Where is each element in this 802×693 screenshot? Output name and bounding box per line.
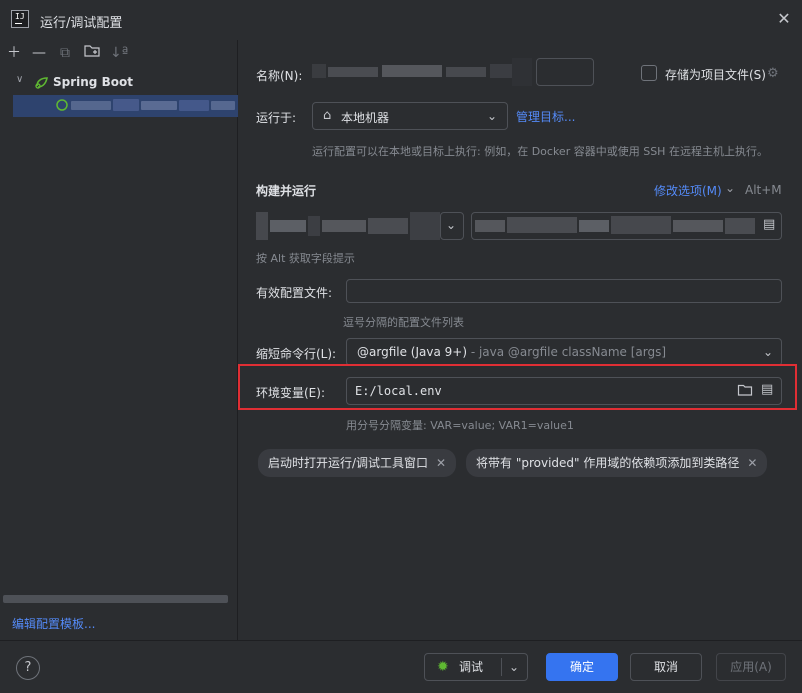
shorten-cmdline-value: @argfile (Java 9+) <box>357 345 467 359</box>
spring-boot-icon <box>35 77 48 89</box>
spring-config-icon <box>56 99 68 111</box>
chevron-down-icon[interactable]: ⌄ <box>509 654 519 680</box>
profiles-hint: 逗号分隔的配置文件列表 <box>343 316 464 329</box>
jdk-select[interactable]: ⌄ <box>256 212 464 240</box>
remove-icon[interactable]: — <box>30 44 48 62</box>
chevron-down-icon: ⌄ <box>446 218 457 232</box>
close-icon[interactable]: ✕ <box>747 456 757 470</box>
close-icon[interactable]: ✕ <box>774 9 794 29</box>
env-vars-hint: 用分号分隔变量: VAR=value; VAR1=value1 <box>346 419 574 432</box>
debug-button[interactable]: ✹ 调试 ⌄ <box>424 653 528 681</box>
sort-icon[interactable]: ↓ª <box>110 44 128 62</box>
tree-item-selected-config[interactable] <box>13 95 238 117</box>
close-icon[interactable]: ✕ <box>436 456 446 470</box>
config-tree-panel <box>0 40 238 640</box>
env-vars-label: 环境变量(E): <box>256 386 325 400</box>
chip-label: 启动时打开运行/调试工具窗口 <box>268 456 429 470</box>
shorten-cmdline-label: 缩短命令行(L): <box>256 347 337 361</box>
horizontal-scrollbar[interactable] <box>3 595 228 603</box>
window-title: 运行/调试配置 <box>40 16 123 31</box>
chip-open-tool-window[interactable]: 启动时打开运行/调试工具窗口 ✕ <box>258 449 457 477</box>
cancel-button[interactable]: 取消 <box>630 653 702 681</box>
chevron-down-icon: ⌄ <box>487 109 498 123</box>
run-on-hint: 运行配置可以在本地或目标上执行: 例如，在 Docker 容器中或使用 SSH … <box>312 145 768 158</box>
add-icon[interactable]: ＋ <box>5 44 23 62</box>
chip-label: 将带有 "provided" 作用域的依赖项添加到类路径 <box>476 456 740 470</box>
store-as-project-file-label: 存储为项目文件(S) <box>665 68 766 82</box>
chevron-down-icon: ⌄ <box>725 181 736 195</box>
env-vars-value: E:/local.env <box>355 384 442 398</box>
intellij-app-icon: IJ <box>11 10 29 28</box>
env-vars-input[interactable]: E:/local.env ▤ <box>346 377 782 405</box>
build-hint: 按 Alt 获取字段提示 <box>256 252 355 265</box>
modify-options-link[interactable]: 修改选项(M) <box>654 182 722 199</box>
run-on-value: 本地机器 <box>341 111 390 125</box>
name-label: 名称(N): <box>256 69 303 83</box>
modify-options-shortcut: Alt+M <box>745 183 782 197</box>
copy-icon[interactable]: ⧉ <box>56 44 74 62</box>
tree-group-spring-boot[interactable]: Spring Boot <box>53 75 133 89</box>
manage-targets-link[interactable]: 管理目标... <box>516 108 575 125</box>
run-on-select[interactable]: ⌂ 本地机器 ⌄ <box>312 102 508 130</box>
expand-text-icon[interactable]: ▤ <box>763 217 775 232</box>
shorten-cmdline-select[interactable]: @argfile (Java 9+) - java @argfile class… <box>346 338 782 366</box>
bug-icon: ✹ <box>437 659 449 675</box>
profiles-label: 有效配置文件: <box>256 286 333 300</box>
help-button[interactable]: ? <box>16 656 40 680</box>
main-class-input[interactable]: ▤ <box>471 212 782 240</box>
name-input[interactable] <box>312 58 594 86</box>
footer-divider <box>0 640 802 641</box>
run-on-label: 运行于: <box>256 111 297 125</box>
store-as-project-file-checkbox[interactable] <box>641 65 657 81</box>
apply-button[interactable]: 应用(A) <box>716 653 786 681</box>
gear-icon[interactable]: ⚙ <box>767 66 779 81</box>
shorten-cmdline-detail: - java @argfile className [args] <box>467 345 667 359</box>
edit-templates-link[interactable]: 编辑配置模板... <box>12 615 95 632</box>
profiles-input[interactable] <box>346 279 782 303</box>
chevron-down-icon[interactable]: ∨ <box>16 74 23 85</box>
debug-label: 调试 <box>459 660 484 674</box>
ok-button[interactable]: 确定 <box>546 653 618 681</box>
folder-icon[interactable] <box>737 382 753 401</box>
new-folder-icon[interactable] <box>83 44 101 62</box>
expand-text-icon[interactable]: ▤ <box>761 382 773 397</box>
build-run-title: 构建并运行 <box>256 184 317 198</box>
chip-add-provided-deps[interactable]: 将带有 "provided" 作用域的依赖项添加到类路径 ✕ <box>466 449 768 477</box>
home-icon: ⌂ <box>323 108 332 123</box>
chevron-down-icon: ⌄ <box>763 345 774 359</box>
